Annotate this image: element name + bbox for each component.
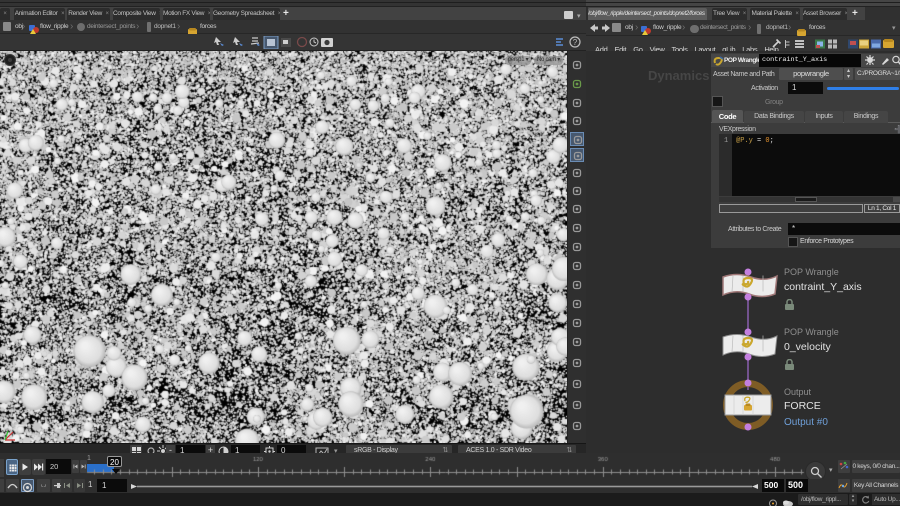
svg-text:?: ? bbox=[573, 38, 578, 47]
